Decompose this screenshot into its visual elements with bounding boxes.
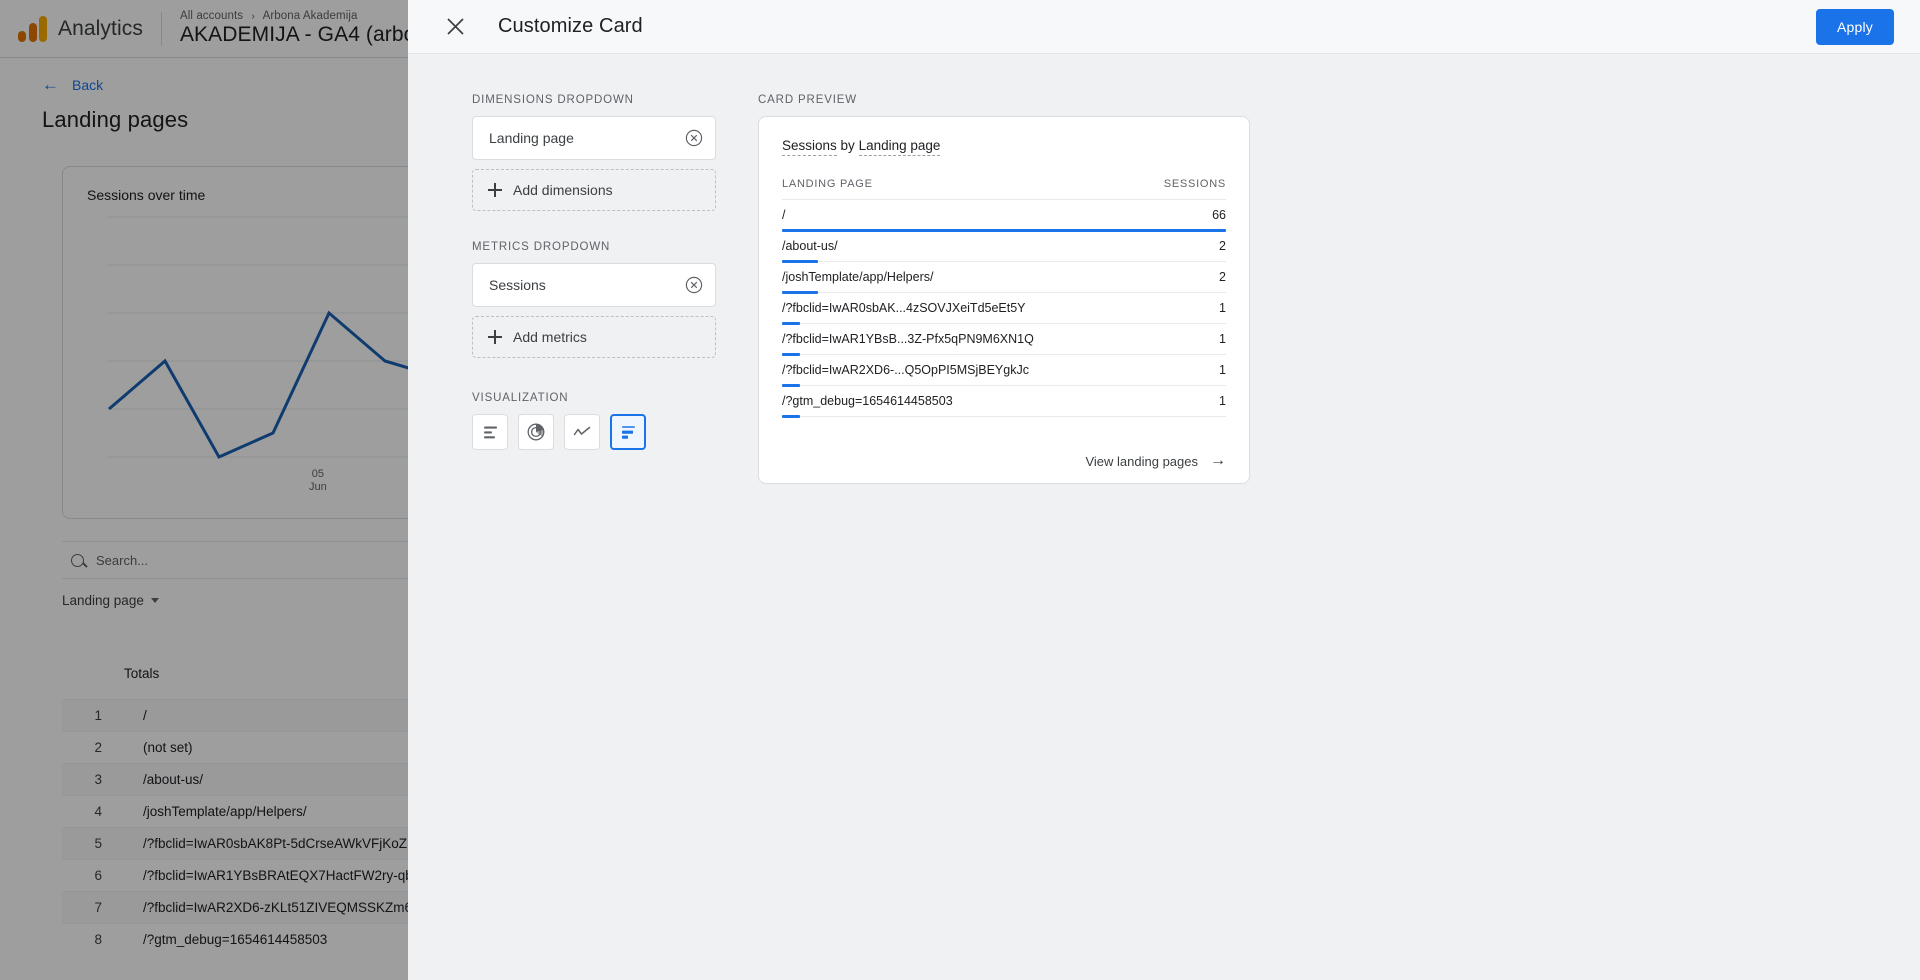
preview-row-name: /?fbclid=IwAR1YBsB...3Z-Pfx5qPN9M6XN1Q (782, 332, 1034, 346)
customize-controls: Dimensions dropdown Landing page Add dim… (472, 94, 736, 980)
visualization-section-label: Visualization (472, 392, 569, 404)
preview-row[interactable]: / 66 (782, 200, 1226, 232)
card-preview: Sessions by Landing page Landing page Se… (758, 116, 1250, 484)
preview-row-value: 2 (1219, 270, 1226, 284)
preview-row-name: /?fbclid=IwAR0sbAK...4zSOVJXeiTd5eEt5Y (782, 301, 1026, 315)
dimension-chip-label: Landing page (489, 130, 574, 146)
preview-row-value: 1 (1219, 363, 1226, 377)
header-dimension: Landing page (782, 178, 873, 190)
screen: Analytics All accounts › Arbona Akademij… (0, 0, 1920, 980)
close-icon[interactable] (436, 8, 474, 46)
preview-row-name: /about-us/ (782, 239, 838, 253)
preview-row-value: 66 (1212, 208, 1226, 222)
preview-row[interactable]: /?fbclid=IwAR1YBsB...3Z-Pfx5qPN9M6XN1Q 1 (782, 324, 1226, 356)
metric-chip-sessions[interactable]: Sessions (472, 263, 716, 307)
preview-row[interactable]: /about-us/ 2 (782, 231, 1226, 263)
header-metric: Sessions (1163, 178, 1226, 190)
add-dimensions-label: Add dimensions (513, 182, 613, 198)
bar-chart-icon (481, 423, 500, 442)
preview-row-track (782, 415, 1226, 418)
table-bars-icon (619, 423, 638, 442)
apply-button[interactable]: Apply (1815, 8, 1894, 45)
viz-option-line-chart[interactable] (564, 414, 600, 450)
viz-option-bar-chart[interactable] (472, 414, 508, 450)
preview-title-dimension[interactable]: Landing page (858, 138, 941, 156)
preview-row-name: /?fbclid=IwAR2XD6-...Q5OpPI5MSjBEYgkJc (782, 363, 1029, 377)
preview-row-value: 1 (1219, 394, 1226, 408)
preview-table-header: Landing page Sessions (782, 178, 1226, 200)
dimensions-section-label: Dimensions dropdown (472, 94, 634, 106)
preview-row-name: / (782, 208, 786, 222)
dimension-chip-landing-page[interactable]: Landing page (472, 116, 716, 160)
modal-header: Customize Card Apply (408, 0, 1920, 54)
preview-row-name: /?gtm_debug=1654614458503 (782, 394, 953, 408)
preview-title-connector: by (840, 138, 855, 153)
preview-row[interactable]: /?gtm_debug=1654614458503 1 (782, 386, 1226, 418)
preview-row[interactable]: /joshTemplate/app/Helpers/ 2 (782, 262, 1226, 294)
add-metrics-label: Add metrics (513, 329, 587, 345)
viz-option-donut-chart[interactable] (518, 414, 554, 450)
add-metrics-button[interactable]: Add metrics (472, 316, 716, 358)
add-dimensions-button[interactable]: Add dimensions (472, 169, 716, 211)
preview-row-value: 1 (1219, 332, 1226, 346)
customize-card-modal: Customize Card Apply Dimensions dropdown… (408, 0, 1920, 980)
preview-row-value: 1 (1219, 301, 1226, 315)
preview-row[interactable]: /?fbclid=IwAR2XD6-...Q5OpPI5MSjBEYgkJc 1 (782, 355, 1226, 387)
clear-icon[interactable] (685, 129, 703, 147)
preview-title-metric[interactable]: Sessions (782, 138, 837, 156)
donut-chart-icon (526, 422, 546, 442)
metric-chip-label: Sessions (489, 277, 546, 293)
plus-icon (488, 330, 502, 344)
preview-row-bar (782, 415, 800, 418)
modal-body: Dimensions dropdown Landing page Add dim… (408, 54, 1920, 980)
preview-row[interactable]: /?fbclid=IwAR0sbAK...4zSOVJXeiTd5eEt5Y 1 (782, 293, 1226, 325)
visualization-options (472, 414, 736, 450)
view-landing-pages-label: View landing pages (1085, 453, 1198, 469)
preview-row-name: /joshTemplate/app/Helpers/ (782, 270, 934, 284)
view-landing-pages-link[interactable]: View landing pages → (782, 453, 1226, 469)
clear-icon[interactable] (685, 276, 703, 294)
preview-title: Sessions by Landing page (782, 138, 1226, 156)
card-preview-label: Card preview (758, 94, 858, 106)
viz-option-table-bars[interactable] (610, 414, 646, 450)
plus-icon (488, 183, 502, 197)
metrics-section-label: Metrics dropdown (472, 241, 611, 253)
arrow-right-icon: → (1210, 452, 1226, 469)
line-chart-icon (572, 422, 592, 442)
card-preview-column: Card preview Sessions by Landing page La… (758, 94, 1250, 980)
preview-row-value: 2 (1219, 239, 1226, 253)
modal-title: Customize Card (498, 15, 643, 37)
